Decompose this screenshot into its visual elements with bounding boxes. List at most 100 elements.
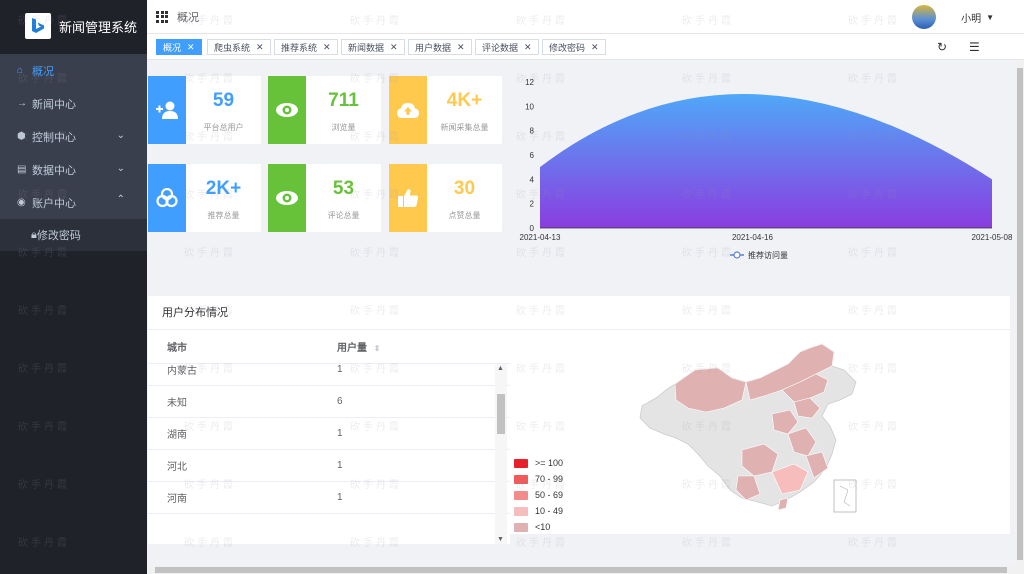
user-name[interactable]: 小明 (961, 10, 981, 25)
table-scrollbar[interactable]: ▲ ▼ (495, 364, 507, 544)
close-icon[interactable]: ✕ (256, 42, 264, 53)
breadcrumb[interactable]: 概况 (177, 9, 199, 25)
tag-label: 概况 (163, 42, 182, 53)
top-header: 概况 小明 ▼ (147, 0, 1024, 34)
user-menu[interactable]: 小明 ▼ (912, 5, 994, 29)
x-tick-label: 2021-05-08 (972, 233, 1012, 242)
legend-label: 70 - 99 (535, 474, 564, 484)
tag-label: 推荐系统 (281, 42, 318, 53)
sidebar-item-change-password[interactable]: 🔒︎ 修改密码 (0, 219, 147, 251)
database-icon: ▤ (17, 164, 27, 175)
main-content: 59 平台总用户 711 浏览量 4K+ 新闻采集总量 2K+ 推荐总量 53 … (147, 60, 1024, 574)
sidebar-item-news-center[interactable]: → 新闻中心 (0, 87, 147, 120)
table-row[interactable]: 未知 6 (148, 386, 510, 418)
scroll-up-icon[interactable]: ▲ (497, 365, 504, 372)
tag-change-password[interactable]: 修改密码 ✕ (542, 39, 606, 55)
cell-count: 1 (337, 460, 343, 471)
table-row[interactable]: 湖南 1 (148, 418, 510, 450)
recommend-visits-chart: 0 2 4 6 8 10 12 2021-04-13 2021-04-16 2021-05-08 推… (512, 74, 1013, 274)
y-tick-label: 8 (530, 127, 535, 136)
sidebar-item-account-center[interactable]: ◉ 账户中心 ⌃ (0, 186, 147, 219)
tag-label: 用户数据 (415, 42, 452, 53)
cube-icon: ⬢ (17, 131, 26, 142)
legend-item[interactable]: >= 100 (514, 458, 563, 468)
stat-label: 新闻采集总量 (440, 123, 489, 132)
sidebar-item-label: 控制中心 (32, 131, 76, 144)
city-table: 城市 用户量 ⇕ 内蒙古 1 未知 6 湖南 1 河北 1 河南 1 ▲ ▼ (148, 330, 510, 544)
y-tick-label: 6 (530, 151, 535, 160)
scroll-down-icon[interactable]: ▼ (497, 536, 504, 543)
close-icon[interactable]: ✕ (457, 42, 465, 53)
cell-city: 河南 (167, 494, 187, 505)
settings-sliders-icon[interactable]: ☰ (969, 40, 980, 54)
avatar[interactable] (912, 5, 937, 29)
close-icon[interactable]: ✕ (524, 42, 532, 53)
legend-label[interactable]: 推荐访问量 (748, 250, 788, 260)
legend-item[interactable]: 50 - 69 (514, 490, 563, 500)
stat-card-collected: 4K+ 新闻采集总量 (389, 76, 502, 144)
stat-card-likes: 30 点赞总量 (389, 164, 502, 232)
tag-recommend[interactable]: 推荐系统 ✕ (274, 39, 338, 55)
refresh-icon[interactable]: ↻ (937, 40, 947, 54)
table-header: 城市 用户量 ⇕ (148, 330, 510, 364)
close-icon[interactable]: ✕ (591, 42, 599, 53)
legend-item[interactable]: <10 (514, 522, 550, 532)
area-series[interactable] (540, 94, 992, 228)
column-header-count[interactable]: 用户量 ⇕ (318, 339, 380, 354)
stat-value: 59 (212, 90, 235, 111)
sidebar-item-label: 修改密码 (36, 230, 81, 242)
stat-value: 711 (328, 90, 359, 111)
hamburger-grid-icon[interactable] (156, 10, 168, 23)
legend-label: >= 100 (535, 458, 564, 468)
y-tick-label: 12 (525, 78, 534, 87)
table-row[interactable]: 内蒙古 1 (148, 364, 510, 386)
table-row[interactable]: 河北 1 (148, 450, 510, 482)
y-tick-label: 10 (525, 102, 534, 111)
close-icon[interactable]: ✕ (187, 42, 195, 53)
sidebar-item-control-center[interactable]: ⬢ 控制中心 ⌄ (0, 120, 147, 153)
user-plus-icon (148, 76, 186, 144)
china-map-panel: >= 100 70 - 99 50 - 69 10 - 49 <10 (510, 330, 1010, 534)
app-logo (25, 13, 51, 39)
page-scrollbar-vertical[interactable] (1016, 60, 1024, 566)
legend-label: <10 (535, 522, 551, 532)
cell-city: 湖南 (167, 430, 187, 441)
tag-news-data[interactable]: 新闻数据 ✕ (341, 39, 405, 55)
stat-value: 4K+ (446, 90, 483, 111)
sidebar-item-label: 数据中心 (32, 164, 76, 177)
cell-count: 6 (337, 396, 343, 407)
stat-value: 2K+ (205, 178, 242, 199)
stat-label: 推荐总量 (207, 211, 240, 220)
scrollbar-thumb[interactable] (497, 394, 505, 434)
tag-overview[interactable]: 概况 ✕ (156, 39, 202, 55)
tag-crawler[interactable]: 爬虫系统 ✕ (207, 39, 271, 55)
scrollbar-thumb[interactable] (1017, 68, 1023, 560)
stat-card-recommend: 2K+ 推荐总量 (148, 164, 261, 232)
user-circle-icon: ◉ (17, 197, 26, 208)
legend-item[interactable]: 10 - 49 (514, 506, 563, 516)
page-scrollbar-horizontal[interactable] (147, 566, 1024, 574)
x-tick-label: 2021-04-13 (520, 233, 561, 242)
stat-card-views: 711 浏览量 (268, 76, 381, 144)
close-icon[interactable]: ✕ (323, 42, 331, 53)
china-map[interactable] (510, 330, 1010, 534)
scrollbar-thumb[interactable] (155, 567, 1007, 573)
cell-city: 内蒙古 (167, 366, 197, 377)
sidebar-item-data-center[interactable]: ▤ 数据中心 ⌄ (0, 153, 147, 186)
cell-city: 未知 (167, 398, 187, 409)
chevron-up-icon: ⌃ (116, 194, 125, 205)
area-chart-svg: 0 2 4 6 8 10 12 2021-04-13 2021-04-16 2021-05-08 推… (520, 78, 1013, 260)
legend-item[interactable]: 70 - 99 (514, 474, 563, 484)
sort-icon[interactable]: ⇕ (374, 344, 381, 353)
x-tick-label: 2021-04-16 (732, 233, 773, 242)
tag-user-data[interactable]: 用户数据 ✕ (408, 39, 472, 55)
caret-down-icon[interactable]: ▼ (986, 13, 994, 22)
app-title: 新闻管理系统 (59, 19, 138, 35)
y-tick-label: 0 (530, 224, 535, 233)
tag-comment-data[interactable]: 评论数据 ✕ (475, 39, 539, 55)
tag-label: 爬虫系统 (214, 42, 251, 53)
legend-label: 50 - 69 (535, 490, 564, 500)
close-icon[interactable]: ✕ (390, 42, 398, 53)
table-row[interactable]: 河南 1 (148, 482, 510, 514)
sidebar-item-overview[interactable]: ⌂ 概况 (0, 54, 147, 87)
